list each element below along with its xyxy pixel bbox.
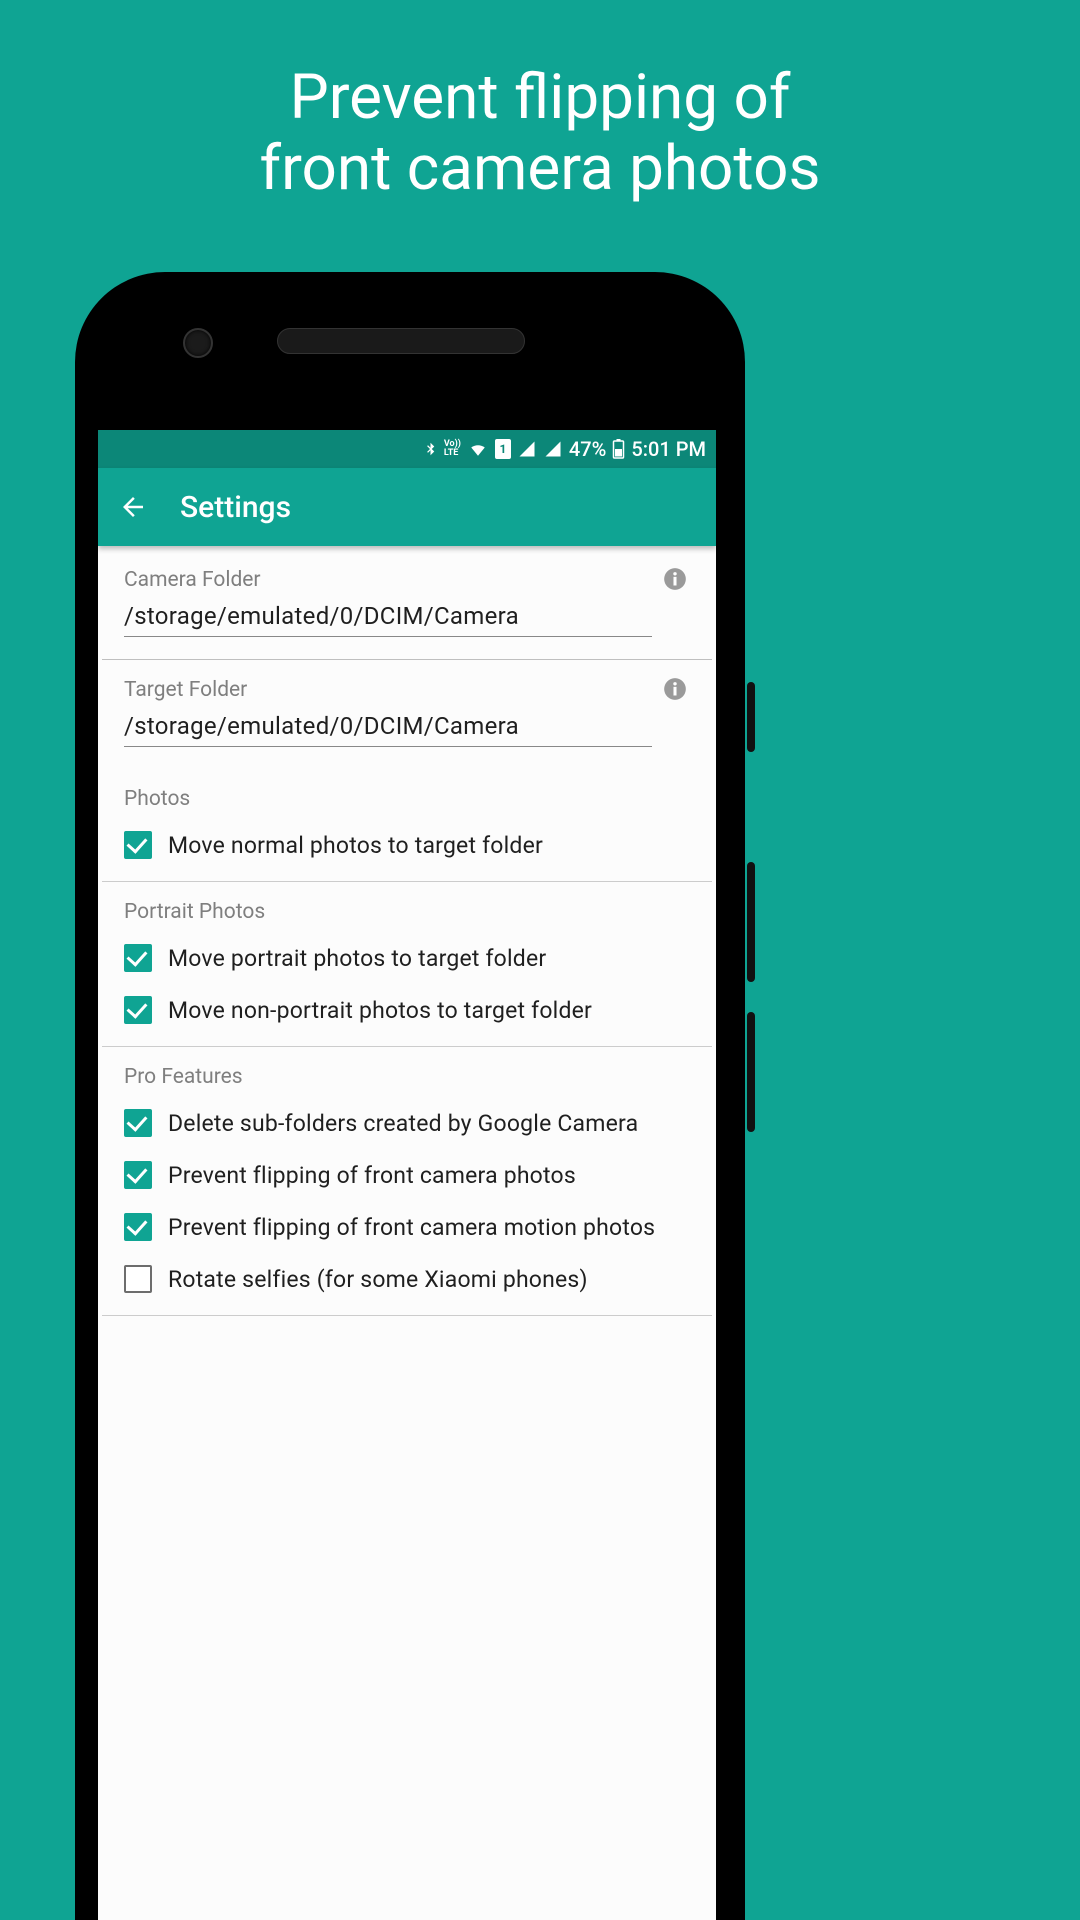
promo-title: Prevent flipping of front camera photos bbox=[0, 0, 1080, 205]
target-folder-input[interactable] bbox=[124, 710, 652, 747]
delete-subfolders-row[interactable]: Delete sub-folders created by Google Cam… bbox=[124, 1097, 690, 1149]
promo-line-2: front camera photos bbox=[260, 132, 821, 205]
target-folder-label: Target Folder bbox=[124, 678, 652, 702]
info-icon[interactable] bbox=[662, 676, 690, 704]
move-normal-photos-label: Move normal photos to target folder bbox=[168, 832, 543, 859]
page-title: Settings bbox=[180, 490, 291, 525]
photos-heading: Photos bbox=[124, 787, 690, 811]
move-normal-photos-checkbox[interactable] bbox=[124, 831, 152, 859]
battery-icon bbox=[612, 439, 625, 459]
battery-percent: 47% bbox=[569, 437, 606, 461]
delete-subfolders-label: Delete sub-folders created by Google Cam… bbox=[168, 1110, 638, 1137]
app-bar: Settings bbox=[98, 468, 716, 546]
settings-content: Camera Folder Target Folder bbox=[98, 546, 716, 1316]
camera-folder-label: Camera Folder bbox=[124, 568, 652, 592]
camera-folder-section: Camera Folder bbox=[102, 550, 712, 660]
status-time: 5:01 PM bbox=[631, 437, 706, 461]
phone-side-button bbox=[747, 682, 755, 752]
prevent-flip-photos-label: Prevent flipping of front camera photos bbox=[168, 1162, 576, 1189]
signal-icon bbox=[517, 440, 537, 458]
move-portrait-photos-row[interactable]: Move portrait photos to target folder bbox=[124, 932, 690, 984]
prevent-flip-photos-row[interactable]: Prevent flipping of front camera photos bbox=[124, 1149, 690, 1201]
rotate-selfies-row[interactable]: Rotate selfies (for some Xiaomi phones) bbox=[124, 1253, 690, 1305]
phone-side-button bbox=[747, 1012, 755, 1132]
promo-line-1: Prevent flipping of bbox=[290, 61, 791, 134]
target-folder-section: Target Folder bbox=[102, 660, 712, 769]
sim-icon: 1 bbox=[495, 439, 511, 459]
move-non-portrait-photos-row[interactable]: Move non-portrait photos to target folde… bbox=[124, 984, 690, 1036]
photos-section: Photos Move normal photos to target fold… bbox=[102, 769, 712, 882]
move-portrait-photos-checkbox[interactable] bbox=[124, 944, 152, 972]
move-normal-photos-row[interactable]: Move normal photos to target folder bbox=[124, 819, 690, 871]
back-button[interactable] bbox=[118, 492, 148, 522]
rotate-selfies-label: Rotate selfies (for some Xiaomi phones) bbox=[168, 1266, 588, 1293]
prevent-flip-motion-row[interactable]: Prevent flipping of front camera motion … bbox=[124, 1201, 690, 1253]
portrait-photos-section: Portrait Photos Move portrait photos to … bbox=[102, 882, 712, 1047]
phone-camera-dot bbox=[183, 328, 213, 358]
info-icon[interactable] bbox=[662, 566, 690, 594]
rotate-selfies-checkbox[interactable] bbox=[124, 1265, 152, 1293]
delete-subfolders-checkbox[interactable] bbox=[124, 1109, 152, 1137]
pro-features-section: Pro Features Delete sub-folders created … bbox=[102, 1047, 712, 1316]
bluetooth-icon bbox=[423, 438, 438, 460]
phone-frame: Vo)) LTE 1 47% 5:01 PM Settings bbox=[75, 272, 745, 1920]
move-portrait-photos-label: Move portrait photos to target folder bbox=[168, 945, 546, 972]
move-non-portrait-photos-label: Move non-portrait photos to target folde… bbox=[168, 997, 592, 1024]
portrait-heading: Portrait Photos bbox=[124, 900, 690, 924]
move-non-portrait-photos-checkbox[interactable] bbox=[124, 996, 152, 1024]
wifi-icon bbox=[467, 440, 489, 458]
camera-folder-input[interactable] bbox=[124, 600, 652, 637]
prevent-flip-motion-label: Prevent flipping of front camera motion … bbox=[168, 1214, 655, 1241]
signal-icon bbox=[543, 440, 563, 458]
phone-side-button bbox=[747, 862, 755, 982]
prevent-flip-motion-checkbox[interactable] bbox=[124, 1213, 152, 1241]
phone-speaker-grille bbox=[277, 328, 525, 354]
phone-screen: Vo)) LTE 1 47% 5:01 PM Settings bbox=[98, 430, 716, 1920]
volte-icon: Vo)) LTE bbox=[444, 440, 461, 458]
pro-heading: Pro Features bbox=[124, 1065, 690, 1089]
status-bar: Vo)) LTE 1 47% 5:01 PM bbox=[98, 430, 716, 468]
prevent-flip-photos-checkbox[interactable] bbox=[124, 1161, 152, 1189]
